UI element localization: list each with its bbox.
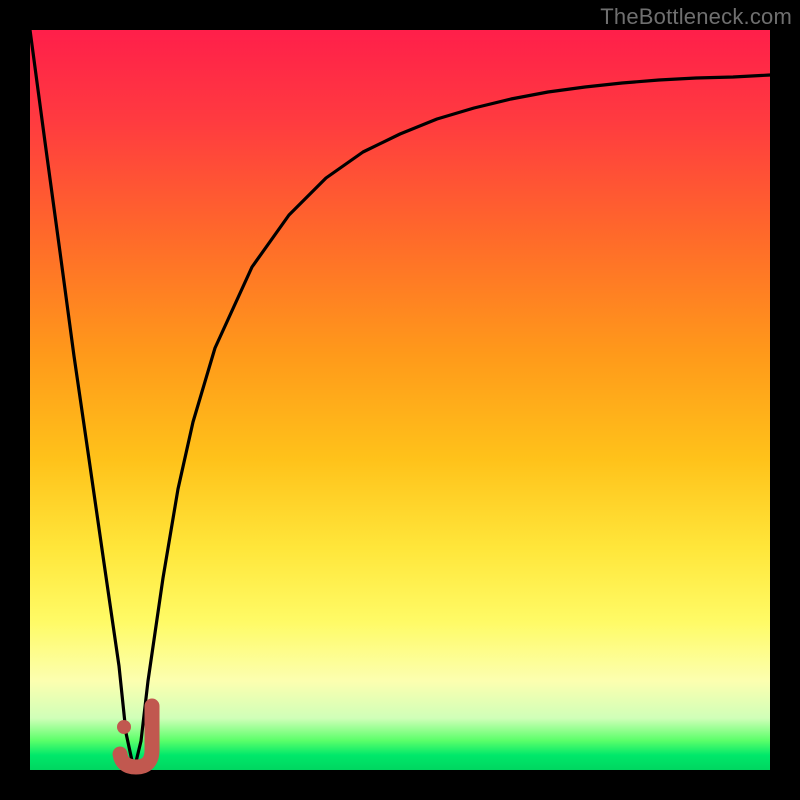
chart-frame: TheBottleneck.com [0, 0, 800, 800]
j-marker [30, 30, 770, 770]
j-marker-dot [117, 720, 131, 734]
j-marker-body [120, 706, 152, 767]
watermark-text: TheBottleneck.com [600, 4, 792, 30]
